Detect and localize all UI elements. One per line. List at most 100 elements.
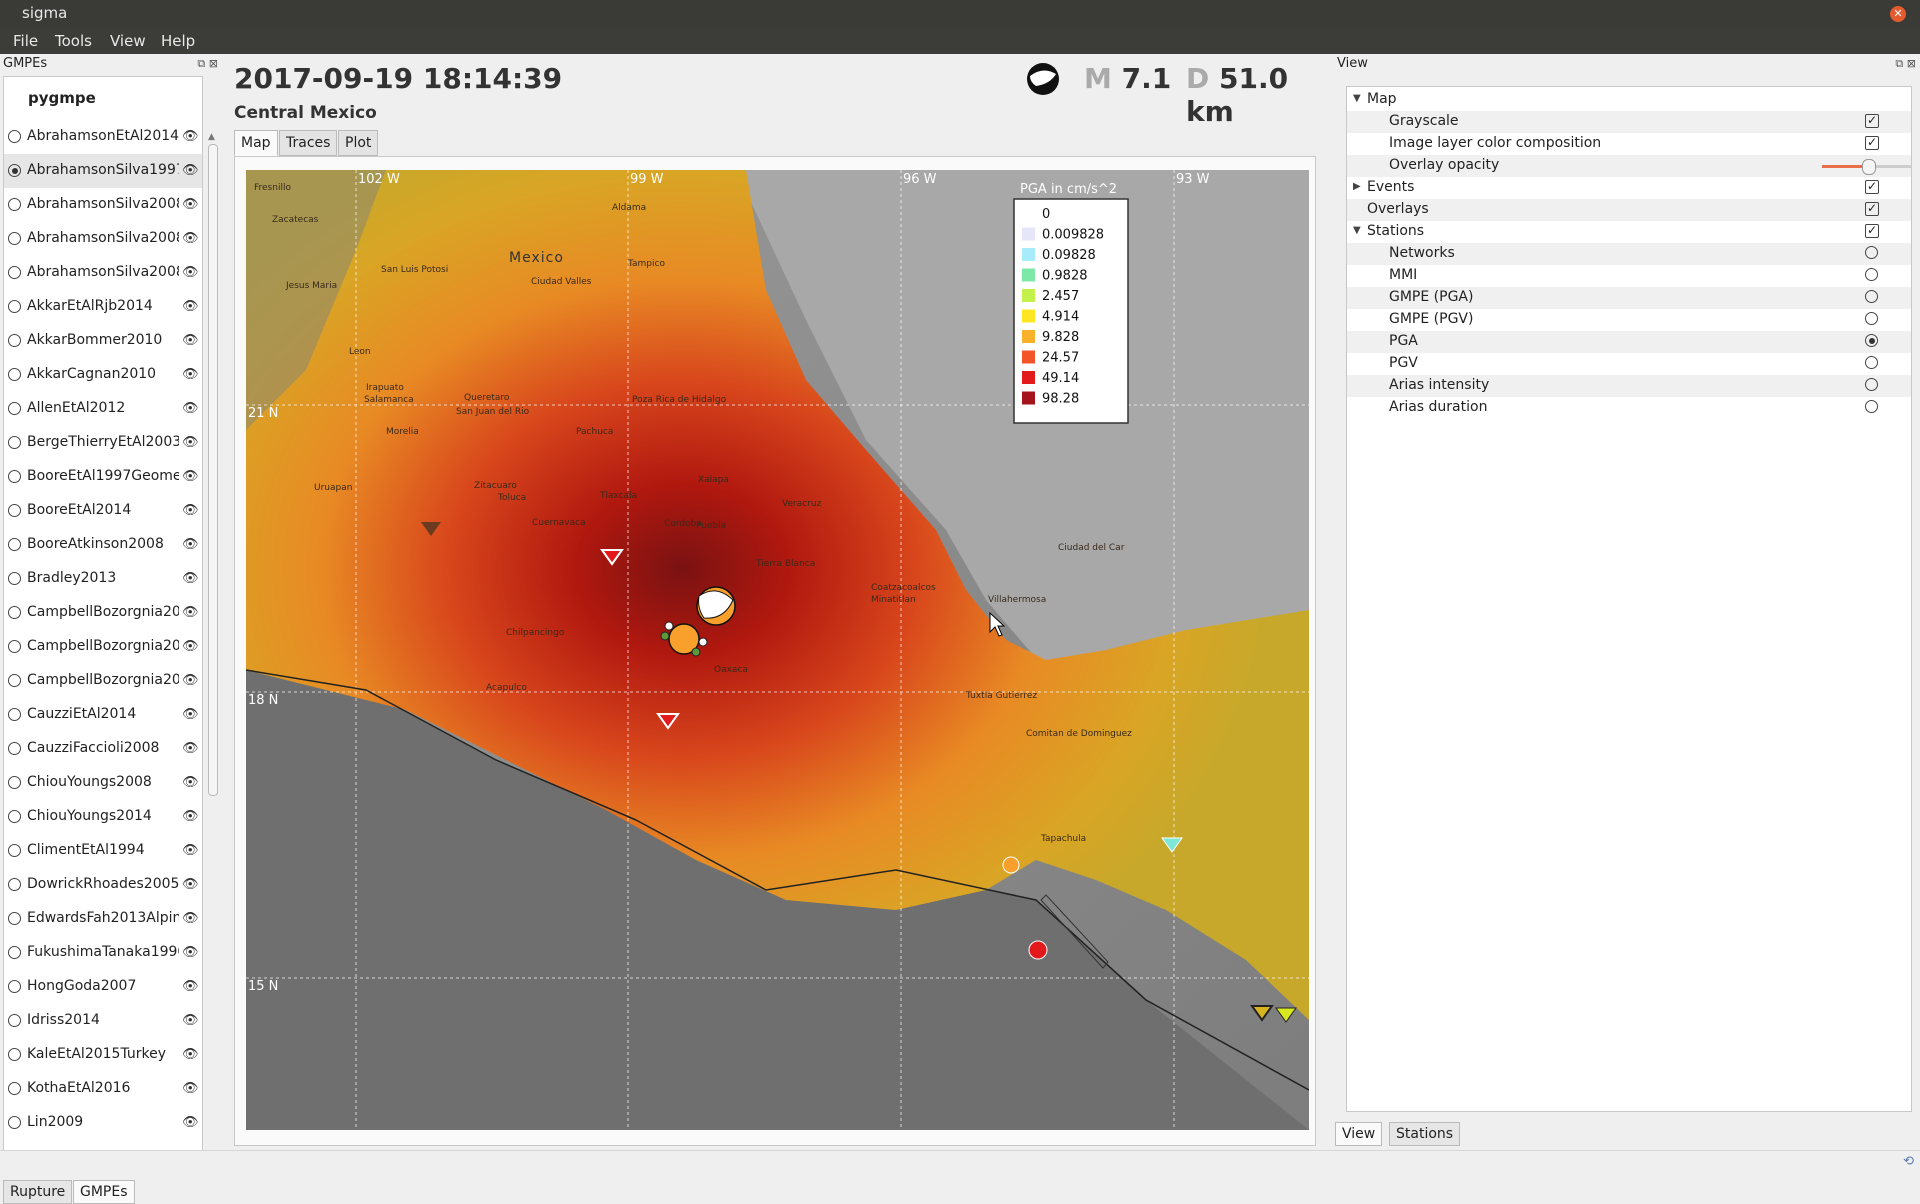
gmpe-radio[interactable]	[8, 844, 21, 857]
radio-button[interactable]	[1865, 268, 1878, 281]
gmpe-item[interactable]: BooreAtkinson2008 👁	[4, 528, 202, 562]
view-row[interactable]: Overlays ✓	[1347, 199, 1911, 221]
eye-icon[interactable]: 👁	[182, 571, 199, 586]
gmpe-radio[interactable]	[8, 164, 21, 177]
resize-grip-icon[interactable]: ⟲	[1903, 1154, 1914, 1169]
eye-icon[interactable]: 👁	[182, 401, 199, 416]
view-row[interactable]: ▼ Stations ✓	[1347, 221, 1911, 243]
gmpe-radio[interactable]	[8, 674, 21, 687]
eye-icon[interactable]: 👁	[182, 979, 199, 994]
float-icon[interactable]: ⧉	[197, 57, 205, 70]
scrollbar-thumb[interactable]	[208, 144, 218, 796]
gmpe-radio[interactable]	[8, 1116, 21, 1129]
radio-button[interactable]	[1865, 290, 1878, 303]
eye-icon[interactable]: 👁	[182, 1047, 199, 1062]
eye-icon[interactable]: 👁	[182, 945, 199, 960]
radio-button[interactable]	[1865, 400, 1878, 413]
opacity-slider[interactable]	[1822, 159, 1912, 175]
gmpe-item[interactable]: BooreEtAl1997Geome 👁	[4, 460, 202, 494]
menu-help[interactable]: Help	[161, 32, 195, 50]
gmpe-radio[interactable]	[8, 198, 21, 211]
view-row[interactable]: Image layer color composition ✓	[1347, 133, 1911, 155]
close-icon[interactable]: ⊠	[1907, 57, 1916, 70]
gmpe-radio[interactable]	[8, 504, 21, 517]
gmpe-radio[interactable]	[8, 912, 21, 925]
gmpe-item[interactable]: HongGoda2007 👁	[4, 970, 202, 1004]
eye-icon[interactable]: 👁	[182, 741, 199, 756]
gmpe-radio[interactable]	[8, 742, 21, 755]
gmpe-item[interactable]: AkkarCagnan2010 👁	[4, 358, 202, 392]
view-row[interactable]: Arias duration	[1347, 397, 1911, 419]
float-icon[interactable]: ⧉	[1895, 57, 1903, 70]
view-row[interactable]: ▼ Map	[1347, 89, 1911, 111]
gmpe-radio[interactable]	[8, 606, 21, 619]
checkbox[interactable]: ✓	[1865, 180, 1879, 194]
gmpe-radio[interactable]	[8, 232, 21, 245]
view-row[interactable]: PGA	[1347, 331, 1911, 353]
gmpe-radio[interactable]	[8, 980, 21, 993]
gmpe-radio[interactable]	[8, 538, 21, 551]
gmpe-radio[interactable]	[8, 436, 21, 449]
gmpe-item[interactable]: CampbellBozorgnia20 👁	[4, 630, 202, 664]
gmpe-item[interactable]: EdwardsFah2013Alpin 👁	[4, 902, 202, 936]
view-row[interactable]: Networks	[1347, 243, 1911, 265]
eye-icon[interactable]: 👁	[182, 707, 199, 722]
eye-icon[interactable]: 👁	[182, 231, 199, 246]
view-row[interactable]: GMPE (PGV)	[1347, 309, 1911, 331]
gmpe-item[interactable]: CauzziFaccioli2008 👁	[4, 732, 202, 766]
tab-gmpes[interactable]: GMPEs	[73, 1180, 135, 1204]
tab-map[interactable]: Map	[234, 130, 278, 156]
view-row[interactable]: MMI	[1347, 265, 1911, 287]
gmpe-item[interactable]: KothaEtAl2016 👁	[4, 1072, 202, 1106]
gmpe-radio[interactable]	[8, 878, 21, 891]
gmpe-item[interactable]: Lin2009 👁	[4, 1106, 202, 1140]
eye-icon[interactable]: 👁	[182, 367, 199, 382]
menu-view[interactable]: View	[110, 32, 146, 50]
eye-icon[interactable]: 👁	[182, 1081, 199, 1096]
radio-button[interactable]	[1865, 356, 1878, 369]
radio-button[interactable]	[1865, 246, 1878, 259]
radio-button[interactable]	[1865, 378, 1878, 391]
gmpe-item[interactable]: CampbellBozorgnia20 👁	[4, 664, 202, 698]
checkbox[interactable]: ✓	[1865, 114, 1879, 128]
gmpe-item[interactable]: CauzziEtAl2014 👁	[4, 698, 202, 732]
eye-icon[interactable]: 👁	[182, 639, 199, 654]
eye-icon[interactable]: 👁	[182, 469, 199, 484]
view-row[interactable]: PGV	[1347, 353, 1911, 375]
gmpe-item[interactable]: AkkarBommer2010 👁	[4, 324, 202, 358]
menu-tools[interactable]: Tools	[55, 32, 92, 50]
tab-rupture[interactable]: Rupture	[3, 1180, 73, 1204]
gmpe-radio[interactable]	[8, 776, 21, 789]
gmpe-radio[interactable]	[8, 810, 21, 823]
eye-icon[interactable]: 👁	[182, 911, 199, 926]
gmpe-radio[interactable]	[8, 402, 21, 415]
gmpe-item[interactable]: ChiouYoungs2008 👁	[4, 766, 202, 800]
gmpe-radio[interactable]	[8, 130, 21, 143]
gmpe-radio[interactable]	[8, 266, 21, 279]
gmpe-radio[interactable]	[8, 368, 21, 381]
eye-icon[interactable]: 👁	[182, 503, 199, 518]
gmpe-item[interactable]: AbrahamsonSilva2008 👁	[4, 222, 202, 256]
expand-arrow-icon[interactable]: ▼	[1353, 93, 1361, 104]
gmpe-item[interactable]: FukushimaTanaka1990 👁	[4, 936, 202, 970]
map-view[interactable]: 102 W 99 W 96 W 93 W 21 N 18 N 15 N Mexi…	[246, 170, 1309, 1130]
gmpe-item[interactable]: DowrickRhoades2005 👁	[4, 868, 202, 902]
gmpe-item[interactable]: KaleEtAl2015Turkey 👁	[4, 1038, 202, 1072]
eye-icon[interactable]: 👁	[182, 775, 199, 790]
eye-icon[interactable]: 👁	[182, 605, 199, 620]
gmpe-item[interactable]: AbrahamsonSilva2008 👁	[4, 256, 202, 290]
radio-button[interactable]	[1865, 312, 1878, 325]
gmpe-radio[interactable]	[8, 470, 21, 483]
view-row[interactable]: Overlay opacity	[1347, 155, 1912, 177]
menu-file[interactable]: File	[13, 32, 38, 50]
eye-icon[interactable]: 👁	[182, 265, 199, 280]
gmpe-item[interactable]: AkkarEtAlRjb2014 👁	[4, 290, 202, 324]
gmpe-radio[interactable]	[8, 572, 21, 585]
eye-icon[interactable]: 👁	[182, 129, 199, 144]
collapse-arrow-icon[interactable]: ▶	[1353, 181, 1361, 192]
gmpe-radio[interactable]	[8, 640, 21, 653]
eye-icon[interactable]: 👁	[182, 333, 199, 348]
gmpe-radio[interactable]	[8, 1082, 21, 1095]
gmpe-radio[interactable]	[8, 1048, 21, 1061]
eye-icon[interactable]: 👁	[182, 843, 199, 858]
